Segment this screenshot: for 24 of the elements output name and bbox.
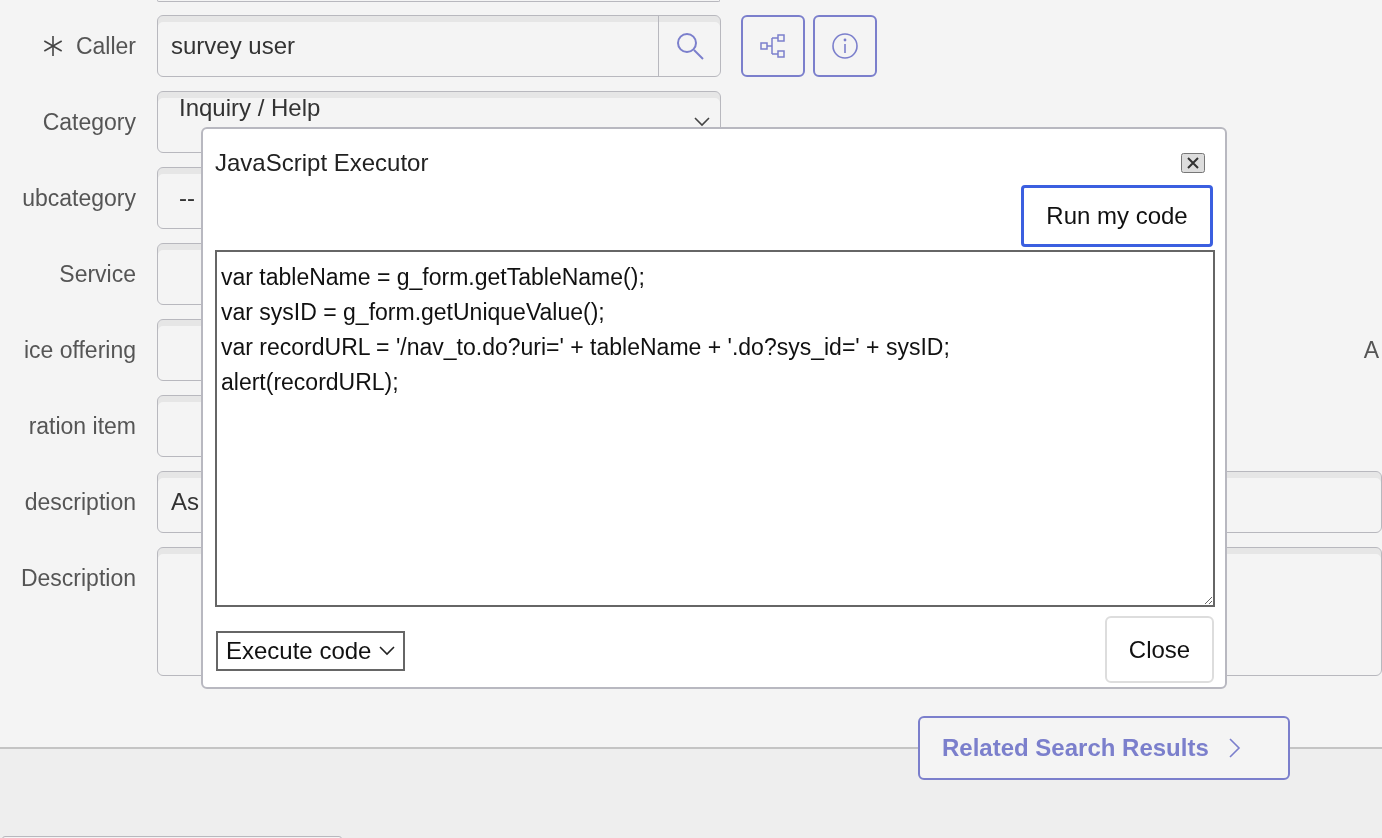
hierarchy-button[interactable] <box>741 15 805 77</box>
close-button[interactable]: Close <box>1105 616 1214 683</box>
chevron-icon <box>379 646 396 656</box>
info-button[interactable] <box>813 15 877 77</box>
field-label: ubcategory <box>22 183 136 213</box>
field-label: A <box>1363 335 1380 365</box>
field-label: Caller <box>75 31 136 61</box>
field-label: Description <box>20 563 136 593</box>
run-code-button[interactable]: Run my code <box>1021 185 1213 247</box>
input-field[interactable]: survey user <box>157 15 721 77</box>
close-icon[interactable] <box>1181 153 1205 173</box>
mode-select[interactable]: Execute code <box>216 631 406 671</box>
field-label: Service <box>59 259 136 289</box>
code-editor[interactable]: var tableName = g_form.getTableName(); var sysID = g_form.getUniqueValue(); var recordURL = '/nav_to.do?uri=' + tableName + '.do?sys_id=' + sysID; alert(recordURL); <box>215 250 1215 607</box>
field-label: ice offering <box>23 335 136 365</box>
field-label: ration item <box>28 411 136 441</box>
chevron-icon <box>694 117 710 127</box>
field-label: Category <box>42 107 136 137</box>
chevron-right-icon <box>1228 738 1241 758</box>
search-icon <box>674 31 705 61</box>
info-icon <box>831 32 859 60</box>
hierarchy-icon <box>759 32 787 60</box>
field-label: description <box>24 487 136 517</box>
required-icon <box>41 35 64 57</box>
